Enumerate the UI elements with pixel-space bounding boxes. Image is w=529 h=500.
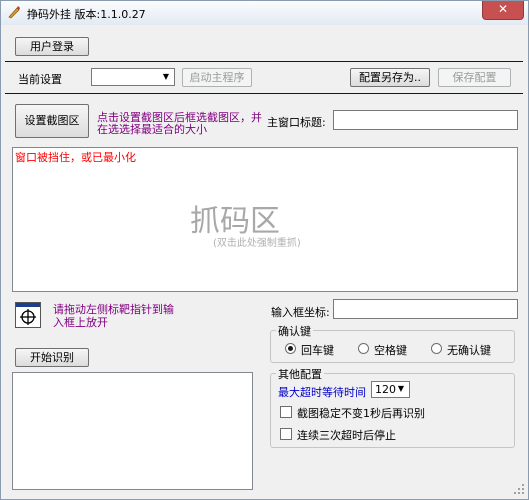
region-hint-line2: 在选选择最适合的大小 bbox=[97, 123, 207, 136]
radio-none-label: 无确认键 bbox=[447, 344, 491, 357]
divider-top bbox=[5, 61, 523, 62]
timeout-label: 最大超时等待时间 bbox=[278, 386, 366, 399]
stable-check-label: 截图稳定不变1秒后再识别 bbox=[297, 407, 425, 420]
timeout-value: 120 bbox=[375, 383, 396, 396]
close-icon: ✕ bbox=[497, 2, 509, 16]
radio-space-label: 空格键 bbox=[374, 344, 407, 357]
timeout-stop-checkbox[interactable] bbox=[280, 428, 292, 440]
radio-none[interactable] bbox=[431, 343, 442, 354]
set-capture-region-button[interactable]: 设置截图区 bbox=[15, 104, 89, 138]
recognition-output[interactable] bbox=[12, 372, 253, 490]
capture-preview-area[interactable]: 窗口被挡住，或已最小化 抓码区 (双击此处强制重抓) bbox=[12, 147, 518, 292]
current-settings-label: 当前设置 bbox=[18, 73, 62, 86]
main-window: 挣码外挂 版本:1.1.0.27 ✕ 用户登录 当前设置 ▼ 启动主程序 配置另… bbox=[0, 0, 529, 500]
target-crosshair[interactable] bbox=[15, 302, 41, 328]
app-icon bbox=[8, 6, 20, 19]
title-bar[interactable]: 挣码外挂 版本:1.1.0.27 ✕ bbox=[1, 1, 528, 25]
target-hint-line2: 入框上放开 bbox=[53, 316, 108, 329]
preview-warning: 窗口被挡住，或已最小化 bbox=[15, 151, 136, 164]
timeout-stop-label: 连续三次超时后停止 bbox=[297, 429, 396, 442]
other-config-group: 其他配置 最大超时等待时间 120 ▼ 截图稳定不变1秒后再识别 连续三次超时后… bbox=[270, 366, 515, 448]
preview-subtitle: (双击此处强制重抓) bbox=[213, 238, 301, 249]
launch-button[interactable]: 启动主程序 bbox=[182, 68, 252, 87]
start-recognition-button[interactable]: 开始识别 bbox=[15, 348, 89, 367]
radio-enter[interactable] bbox=[285, 343, 296, 354]
timeout-select[interactable]: 120 ▼ bbox=[371, 381, 410, 398]
settings-select[interactable]: ▼ bbox=[91, 68, 175, 86]
chevron-down-icon: ▼ bbox=[397, 384, 405, 393]
main-title-label: 主窗口标题: bbox=[267, 116, 326, 129]
login-button[interactable]: 用户登录 bbox=[15, 37, 89, 56]
radio-space[interactable] bbox=[358, 343, 369, 354]
crosshair-icon bbox=[20, 309, 36, 325]
save-as-button[interactable]: 配置另存为.. bbox=[350, 68, 430, 87]
confirm-key-group: 确认键 回车键 空格键 无确认键 bbox=[270, 323, 515, 363]
resize-grip-icon[interactable] bbox=[513, 483, 525, 495]
radio-enter-label: 回车键 bbox=[301, 344, 334, 357]
close-button[interactable]: ✕ bbox=[482, 1, 524, 20]
coord-label: 输入框坐标: bbox=[271, 306, 330, 319]
stable-check-checkbox[interactable] bbox=[280, 406, 292, 418]
save-config-button[interactable]: 保存配置 bbox=[438, 68, 511, 87]
coord-input[interactable] bbox=[333, 299, 518, 319]
window-title: 挣码外挂 版本:1.1.0.27 bbox=[27, 8, 146, 21]
confirm-key-title: 确认键 bbox=[276, 323, 313, 339]
chevron-down-icon: ▼ bbox=[162, 72, 170, 81]
divider-middle bbox=[5, 93, 523, 94]
other-config-title: 其他配置 bbox=[276, 366, 324, 382]
main-title-input[interactable] bbox=[333, 110, 518, 130]
